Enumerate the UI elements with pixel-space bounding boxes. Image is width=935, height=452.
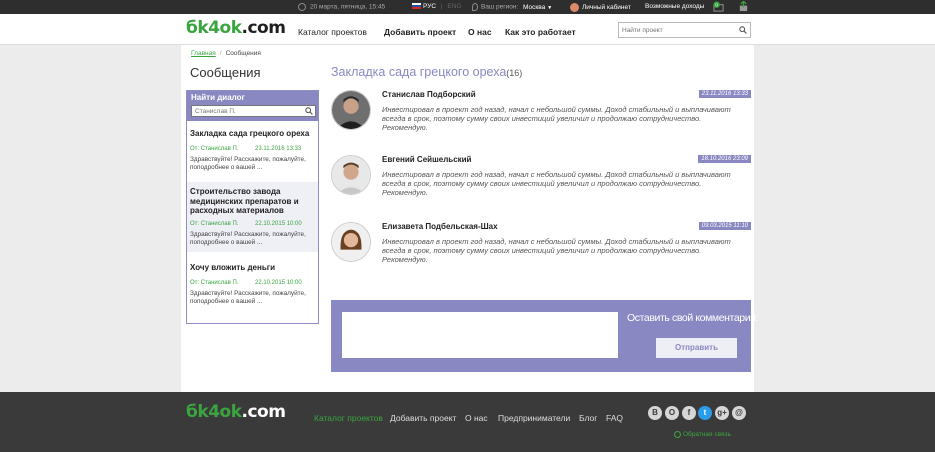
page-section-title: Сообщения xyxy=(190,65,261,80)
dialog-from: От: Станислав П. xyxy=(190,220,239,227)
twitter-icon[interactable]: t xyxy=(698,406,712,420)
dialog-sidebar: Найти диалог Закладка сада грецкого орех… xyxy=(186,90,319,324)
dialog-from: От: Станислав П. xyxy=(190,145,239,152)
comment-date: 09.03.2015 11:10 xyxy=(698,222,751,230)
comment-author: Станислав Подборский xyxy=(382,90,476,99)
dialog-snippet: Здравствуйте! Расскажите, пожалуйте, поп… xyxy=(190,289,306,305)
footer-logo[interactable]: бk4ok.com xyxy=(186,402,286,422)
nav-how-it-works[interactable]: Как это работает xyxy=(505,27,576,37)
feedback-link[interactable]: Обратная связь xyxy=(674,431,731,438)
site-logo[interactable]: бk4ok.com xyxy=(186,18,286,38)
dialog-meta: От: Станислав П. 22.10.2015 10:00 xyxy=(190,221,315,230)
avatar xyxy=(331,155,371,195)
cabinet-link[interactable]: Личный кабинет xyxy=(570,3,631,12)
dialog-search-panel: Найти диалог xyxy=(187,91,318,121)
chevron-down-icon: ▼ xyxy=(547,4,553,11)
find-dialog-label: Найти диалог xyxy=(191,93,245,102)
comment-author: Евгений Сейшельский xyxy=(382,155,472,164)
comment-text: Инвестировал в проект год назад, начал с… xyxy=(382,105,731,132)
footer-nav-faq[interactable]: FAQ xyxy=(606,413,623,423)
search-icon[interactable] xyxy=(305,107,313,115)
dialog-meta: От: Станислав П. 23.11.2016 13:33 xyxy=(190,146,315,155)
footer-nav-add-project[interactable]: Добавить проект xyxy=(390,413,456,423)
lang-divider: | xyxy=(440,3,443,10)
dialog-item[interactable]: Строительство завода медицинских препара… xyxy=(187,182,318,252)
datetime: 20 марта, пятница, 15:45 xyxy=(298,3,385,11)
footer-nav-catalog[interactable]: Каталог проектов xyxy=(314,413,383,423)
language-switch: РУС | ENG xyxy=(412,3,461,10)
notifications-icon[interactable]: 0 xyxy=(713,1,724,12)
avatar xyxy=(331,90,371,130)
nav-about[interactable]: О нас xyxy=(468,27,492,37)
nav-catalog[interactable]: Каталог проектов xyxy=(298,27,367,37)
project-search xyxy=(618,22,751,38)
breadcrumb-current: Сообщения xyxy=(225,50,261,57)
footer-nav-about[interactable]: О нас xyxy=(465,413,488,423)
top-bar: 20 марта, пятница, 15:45 РУС | ENG Ваш р… xyxy=(0,0,935,14)
comment: Станислав Подборский 23.11.2016 13:33 Ин… xyxy=(331,90,751,140)
logout-icon[interactable] xyxy=(738,1,749,12)
avatar xyxy=(331,222,371,262)
dialog-date: 22.10.2015 10:00 xyxy=(255,279,302,286)
dialog-from: От: Станислав П. xyxy=(190,279,239,286)
project-search-input[interactable] xyxy=(619,23,734,37)
nav-add-project[interactable]: Добавить проект xyxy=(384,27,456,37)
breadcrumb: Главная / Сообщения xyxy=(191,50,261,57)
dialog-meta: От: Станислав П. 22.10.2015 10:00 xyxy=(190,280,315,289)
reply-form: Оставить свой комментарий: Отправить xyxy=(331,300,759,372)
reply-label: Оставить свой комментарий: xyxy=(627,312,759,324)
region-city[interactable]: Москва xyxy=(523,4,545,11)
comment-text: Инвестировал в проект год назад, начал с… xyxy=(382,170,731,197)
russia-flag-icon xyxy=(412,3,421,10)
dialog-date: 23.11.2016 13:33 xyxy=(255,145,302,152)
breadcrumb-home[interactable]: Главная xyxy=(191,50,216,57)
send-button[interactable]: Отправить xyxy=(656,338,737,358)
comment-author: Елизавета Подбельская-Шах xyxy=(382,222,498,231)
dialog-item[interactable]: Закладка сада грецкого ореха От: Станисл… xyxy=(187,129,318,172)
dialog-snippet: Здравствуйте! Расскажите, пожалуйте, поп… xyxy=(190,230,306,246)
footer-nav-entrepreneurs[interactable]: Предприниматели xyxy=(498,413,570,423)
header: бk4ok.com Каталог проектов Добавить прое… xyxy=(0,14,935,45)
comment-text: Инвестировал в проект год назад, начал с… xyxy=(382,237,731,264)
search-icon[interactable] xyxy=(739,26,747,34)
comment: Евгений Сейшельский 18.10.2016 23:09 Инв… xyxy=(331,155,751,205)
dialog-date: 22.10.2015 10:00 xyxy=(255,220,302,227)
comment-textarea[interactable] xyxy=(342,312,618,358)
dialog-search xyxy=(191,105,316,117)
facebook-icon[interactable]: f xyxy=(682,406,696,420)
dialog-title: Строительство завода медицинских препара… xyxy=(190,187,299,215)
comment-date: 23.11.2016 13:33 xyxy=(698,90,751,98)
income-link[interactable]: Возможные доходы xyxy=(645,3,704,10)
vk-icon[interactable]: В xyxy=(648,406,662,420)
dialog-item[interactable]: Хочу вложить деньги От: Станислав П. 22.1… xyxy=(187,263,318,306)
thread-title: Закладка сада грецкого ореха(16) xyxy=(331,65,523,79)
dialog-title: Хочу вложить деньги xyxy=(190,263,275,272)
email-icon[interactable]: @ xyxy=(732,406,746,420)
odnoklassniki-icon[interactable]: О xyxy=(665,406,679,420)
lang-en-link[interactable]: ENG xyxy=(447,3,461,10)
clock-icon xyxy=(298,3,306,11)
footer-nav-blog[interactable]: Блог xyxy=(579,413,597,423)
region-selector[interactable]: Ваш регион: Москва ▼ xyxy=(472,3,552,11)
lang-ru-link[interactable]: РУС xyxy=(423,3,436,10)
google-plus-icon[interactable]: g+ xyxy=(715,406,729,420)
comment: Елизавета Подбельская-Шах 09.03.2015 11:… xyxy=(331,222,751,272)
dialog-snippet: Здравствуйте! Расскажите, пожалуйте, поп… xyxy=(190,155,306,171)
user-avatar-icon xyxy=(570,3,579,12)
dialog-search-input[interactable] xyxy=(192,106,302,116)
message-count: (16) xyxy=(506,68,523,78)
footer: бk4ok.com Каталог проектов Добавить прое… xyxy=(0,392,935,452)
comment-date: 18.10.2016 23:09 xyxy=(698,155,751,163)
dialog-title: Закладка сада грецкого ореха xyxy=(190,129,310,138)
location-pin-icon xyxy=(472,3,478,11)
feedback-icon xyxy=(674,431,681,438)
main-content: Главная / Сообщения Сообщения Найти диалог… xyxy=(181,45,759,392)
